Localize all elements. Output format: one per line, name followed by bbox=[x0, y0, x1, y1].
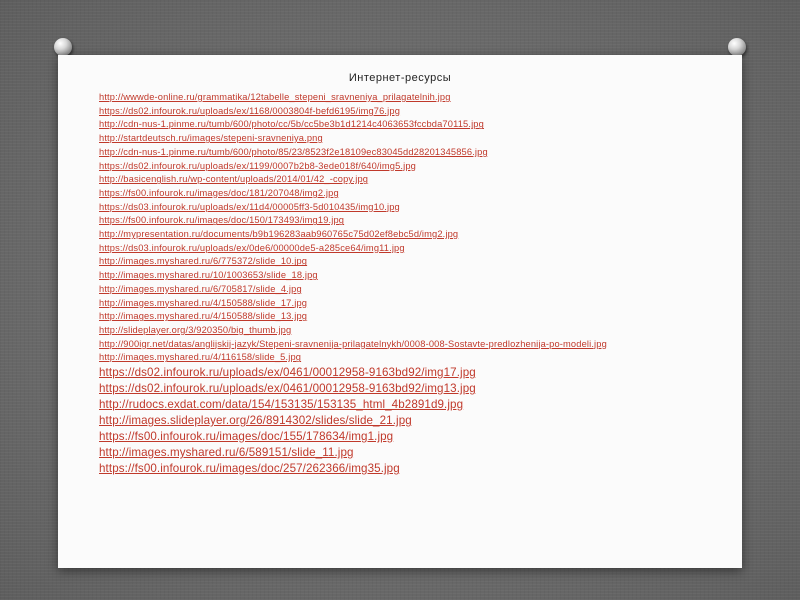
pushpin-left bbox=[54, 38, 72, 56]
link-item[interactable]: http://cdn-nus-1.pinme.ru/tumb/600/photo… bbox=[99, 146, 729, 160]
link-item[interactable]: http://images.slideplayer.org/26/8914302… bbox=[99, 413, 729, 429]
link-item[interactable]: https://ds02.infourok.ru/uploads/ex/1199… bbox=[99, 160, 729, 174]
link-item[interactable]: https://fs00.infourok.ru/images/doc/150/… bbox=[99, 214, 729, 228]
link-item[interactable]: http://images.myshared.ru/4/150588/slide… bbox=[99, 297, 729, 311]
link-item[interactable]: https://ds02.infourok.ru/uploads/ex/0461… bbox=[99, 365, 729, 381]
link-item[interactable]: http://900igr.net/datas/anglijskij-jazyk… bbox=[99, 338, 729, 352]
link-item[interactable]: http://images.myshared.ru/4/116158/slide… bbox=[99, 351, 729, 365]
link-item[interactable]: http://rudocs.exdat.com/data/154/153135/… bbox=[99, 397, 729, 413]
link-item[interactable]: http://slideplayer.org/3/920350/big_thum… bbox=[99, 324, 729, 338]
link-item[interactable]: http://startdeutsch.ru/images/stepeni-sr… bbox=[99, 132, 729, 146]
link-list: http://wwwde-online.ru/grammatika/12tabe… bbox=[99, 91, 729, 477]
link-item[interactable]: http://images.myshared.ru/6/589151/slide… bbox=[99, 445, 729, 461]
pushpin-right bbox=[728, 38, 746, 56]
link-item[interactable]: http://images.myshared.ru/10/1003653/sli… bbox=[99, 269, 729, 283]
link-item[interactable]: http://cdn-nus-1.pinme.ru/tumb/600/photo… bbox=[99, 118, 729, 132]
link-item[interactable]: http://images.myshared.ru/4/150588/slide… bbox=[99, 310, 729, 324]
link-item[interactable]: http://wwwde-online.ru/grammatika/12tabe… bbox=[99, 91, 729, 105]
link-item[interactable]: http://mypresentation.ru/documents/b9b19… bbox=[99, 228, 729, 242]
link-item[interactable]: http://images.myshared.ru/6/705817/slide… bbox=[99, 283, 729, 297]
link-item[interactable]: https://fs00.infourok.ru/images/doc/257/… bbox=[99, 461, 729, 477]
slide-title: Интернет-ресурсы bbox=[348, 72, 452, 84]
link-item[interactable]: https://ds03.infourok.ru/uploads/ex/11d4… bbox=[99, 201, 729, 215]
link-item[interactable]: http://basicenglish.ru/wp-content/upload… bbox=[99, 173, 729, 187]
link-item[interactable]: http://images.myshared.ru/6/775372/slide… bbox=[99, 255, 729, 269]
link-item[interactable]: https://ds02.infourok.ru/uploads/ex/1168… bbox=[99, 105, 729, 119]
link-item[interactable]: https://fs00.infourok.ru/images/doc/181/… bbox=[99, 187, 729, 201]
link-item[interactable]: https://ds03.infourok.ru/uploads/ex/0de6… bbox=[99, 242, 729, 256]
slide-paper: Интернет-ресурсы http://wwwde-online.ru/… bbox=[58, 55, 742, 568]
link-item[interactable]: https://fs00.infourok.ru/images/doc/155/… bbox=[99, 429, 729, 445]
link-item[interactable]: https://ds02.infourok.ru/uploads/ex/0461… bbox=[99, 381, 729, 397]
